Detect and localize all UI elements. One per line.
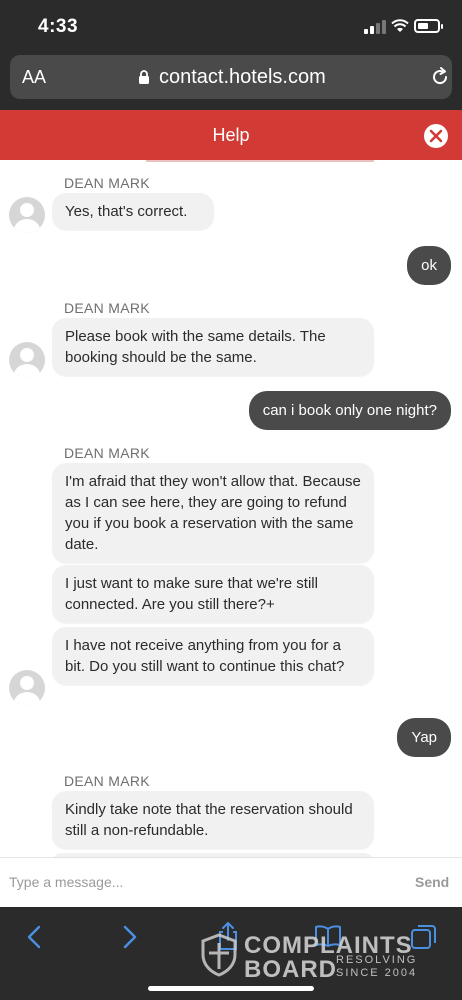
cellular-signal-icon — [364, 20, 386, 34]
close-button[interactable] — [424, 124, 448, 148]
status-time: 4:33 — [38, 16, 79, 37]
text-size-button[interactable]: AA — [22, 67, 46, 88]
watermark-tag2: SINCE 2004 — [336, 967, 418, 979]
watermark-tag1: RESOLVING — [336, 954, 418, 966]
agent-message: Please book with the same details. The b… — [52, 318, 374, 376]
agent-name: DEAN MARK — [64, 445, 150, 461]
agent-name: DEAN MARK — [64, 773, 150, 789]
lock-icon — [139, 70, 149, 84]
user-message: Yap — [397, 718, 451, 757]
agent-avatar — [9, 197, 45, 233]
status-bar: 4:33 — [0, 0, 462, 50]
user-message: can i book only one night? — [248, 391, 451, 430]
home-indicator[interactable] — [148, 986, 314, 991]
battery-icon — [414, 19, 443, 33]
wifi-icon — [391, 19, 409, 32]
agent-name: DEAN MARK — [64, 175, 150, 191]
message-composer: Send — [0, 857, 462, 907]
agent-message: I have not receive anything from you for… — [52, 627, 374, 685]
agent-name: DEAN MARK — [64, 300, 150, 316]
reload-icon[interactable] — [430, 67, 450, 87]
agent-message: I'm afraid that they won't allow that. B… — [52, 463, 374, 563]
browser-chrome: AA contact.hotels.com — [0, 50, 462, 110]
forward-icon[interactable] — [122, 925, 138, 949]
message-input[interactable] — [0, 858, 400, 906]
agent-avatar — [9, 670, 45, 706]
help-header: Help — [0, 110, 462, 160]
watermark-line2: BOARD — [244, 956, 337, 983]
send-button[interactable]: Send — [415, 874, 449, 890]
chat-transcript[interactable]: DEAN MARK Yes, that's correct. ok DEAN M… — [0, 160, 462, 857]
agent-message: I just want to make sure that we're stil… — [52, 565, 374, 623]
user-message: ok — [407, 246, 451, 285]
complaints-board-logo-icon — [201, 933, 237, 977]
agent-message: Yes, that's correct. — [52, 193, 214, 230]
agent-avatar — [9, 342, 45, 378]
header-shadow — [146, 160, 374, 162]
address-bar[interactable]: AA contact.hotels.com — [10, 55, 452, 99]
close-icon — [429, 129, 443, 143]
tabs-icon[interactable] — [410, 923, 438, 951]
url-text: contact.hotels.com — [159, 66, 326, 88]
help-title: Help — [212, 125, 250, 145]
agent-message: Kindly take note that the reservation sh… — [52, 791, 374, 849]
back-icon[interactable] — [26, 925, 42, 949]
